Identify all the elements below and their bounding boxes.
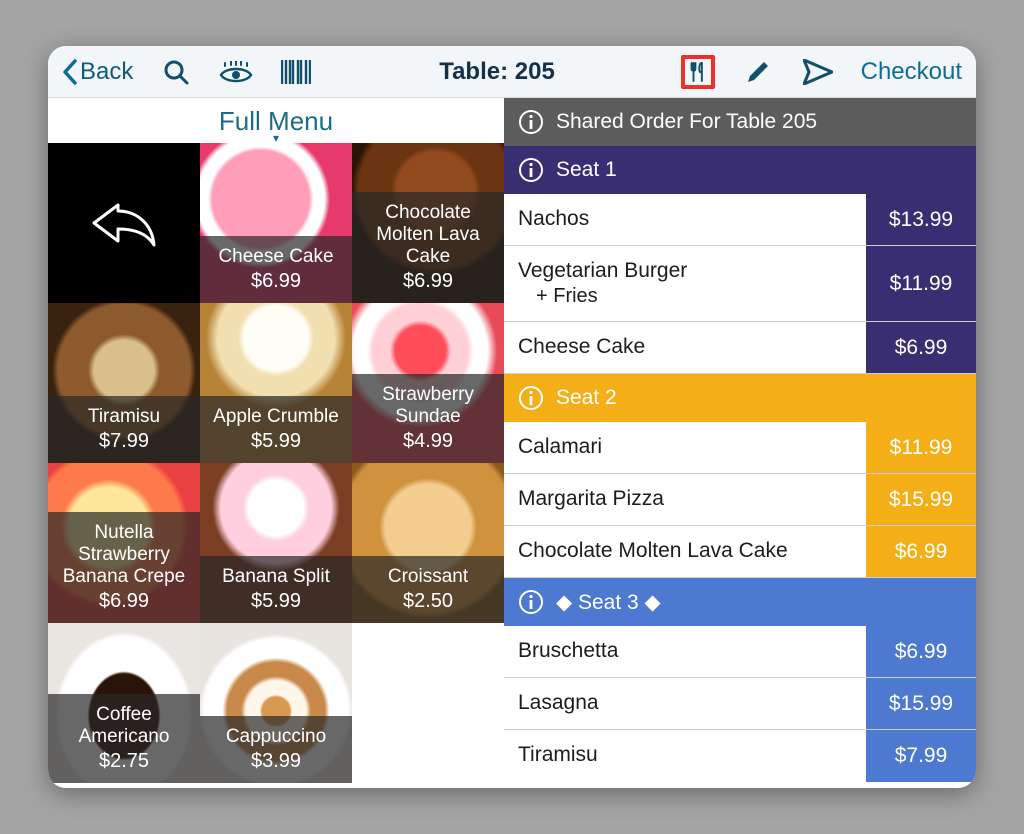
order-line[interactable]: Calamari$11.99 [504, 422, 976, 474]
eye-icon[interactable] [219, 55, 253, 89]
menu-item[interactable]: Tiramisu$7.99 [48, 303, 200, 463]
menu-item[interactable]: Banana Split$5.99 [200, 463, 352, 623]
order-line[interactable]: Chocolate Molten Lava Cake$6.99 [504, 526, 976, 578]
line-price: $11.99 [866, 422, 976, 473]
menu-item[interactable]: Cheese Cake$6.99 [200, 143, 352, 303]
menu-item[interactable]: Coffee Americano$2.75 [48, 623, 200, 783]
menu-item[interactable]: Nutella Strawberry Banana Crepe$6.99 [48, 463, 200, 623]
chevron-left-icon [62, 59, 78, 85]
info-icon [518, 157, 544, 183]
order-line[interactable]: Bruschetta$6.99 [504, 626, 976, 678]
order-line[interactable]: Vegetarian Burger+ Fries$11.99 [504, 246, 976, 322]
seat-header-2[interactable]: Seat 2 [504, 374, 976, 422]
menu-item[interactable]: Chocolate Molten Lava Cake$6.99 [352, 143, 504, 303]
order-line[interactable]: Margarita Pizza$15.99 [504, 474, 976, 526]
back-button[interactable]: Back [62, 58, 133, 86]
menu-panel: Full Menu ▾ Cheese Cake$6.99 Chocolate M… [48, 98, 504, 788]
body: Full Menu ▾ Cheese Cake$6.99 Chocolate M… [48, 98, 976, 788]
menu-item-empty [352, 623, 504, 783]
order-header[interactable]: Shared Order For Table 205 [504, 98, 976, 146]
order-header-label: Shared Order For Table 205 [556, 110, 817, 134]
line-price: $6.99 [866, 322, 976, 373]
line-price: $15.99 [866, 474, 976, 525]
order-panel: Shared Order For Table 205 Seat 1 Nachos… [504, 98, 976, 788]
menu-item[interactable]: Apple Crumble$5.99 [200, 303, 352, 463]
menu-item[interactable]: Cappuccino$3.99 [200, 623, 352, 783]
reply-arrow-icon [88, 197, 160, 249]
search-icon[interactable] [159, 55, 193, 89]
seat-header-3[interactable]: ◆ Seat 3 ◆ [504, 578, 976, 626]
send-icon[interactable] [801, 55, 835, 89]
menu-item[interactable]: Strawberry Sundae$4.99 [352, 303, 504, 463]
seat-header-1[interactable]: Seat 1 [504, 146, 976, 194]
info-icon [518, 589, 544, 615]
seat-label: Seat 2 [556, 386, 617, 410]
order-line[interactable]: Nachos$13.99 [504, 194, 976, 246]
top-bar: Back Table: 205 Checkout [48, 46, 976, 98]
back-label: Back [80, 58, 133, 86]
order-line[interactable]: Lasagna$15.99 [504, 678, 976, 730]
info-icon [518, 109, 544, 135]
checkout-button[interactable]: Checkout [861, 58, 962, 86]
dine-in-icon[interactable] [681, 55, 715, 89]
menu-back-tile[interactable] [48, 143, 200, 303]
pos-screen: Back Table: 205 Checkout Full Menu [48, 46, 976, 788]
barcode-icon[interactable] [279, 55, 313, 89]
menu-grid: Cheese Cake$6.99 Chocolate Molten Lava C… [48, 143, 504, 788]
line-price: $6.99 [866, 526, 976, 577]
table-title: Table: 205 [439, 58, 555, 86]
seat-label: ◆ Seat 3 ◆ [556, 590, 661, 615]
line-price: $7.99 [866, 730, 976, 782]
line-price: $11.99 [866, 246, 976, 321]
order-line[interactable]: Tiramisu$7.99 [504, 730, 976, 782]
info-icon [518, 385, 544, 411]
line-price: $15.99 [866, 678, 976, 729]
menu-item[interactable]: Croissant$2.50 [352, 463, 504, 623]
line-price: $13.99 [866, 194, 976, 245]
seat-label: Seat 1 [556, 158, 617, 182]
order-line[interactable]: Cheese Cake$6.99 [504, 322, 976, 374]
line-price: $6.99 [866, 626, 976, 677]
edit-icon[interactable] [741, 55, 775, 89]
menu-header[interactable]: Full Menu ▾ [48, 98, 504, 143]
